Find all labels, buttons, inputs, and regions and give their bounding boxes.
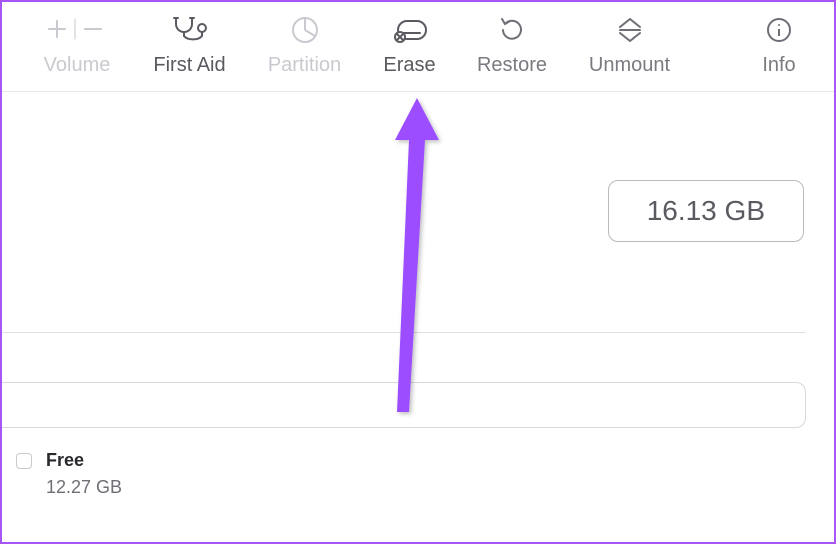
partition-button: Partition <box>247 12 362 77</box>
divider <box>2 332 806 333</box>
info-icon <box>765 12 793 48</box>
restore-button[interactable]: Restore <box>457 12 567 77</box>
volume-add-remove-icon <box>45 12 109 48</box>
stethoscope-icon <box>170 12 210 48</box>
info-label: Info <box>762 54 795 77</box>
pie-chart-icon <box>290 12 320 48</box>
free-swatch-icon <box>16 453 32 469</box>
partition-label: Partition <box>268 54 341 77</box>
volume-label: Volume <box>44 54 111 77</box>
unmount-button[interactable]: Unmount <box>567 12 692 77</box>
free-space-legend: Free 12.27 GB <box>16 450 122 498</box>
info-button[interactable]: Info <box>744 12 814 77</box>
free-label: Free <box>46 450 122 471</box>
free-value: 12.27 GB <box>46 477 122 498</box>
erase-button[interactable]: Erase <box>362 12 457 77</box>
first-aid-button[interactable]: First Aid <box>132 12 247 77</box>
volume-button[interactable]: Volume <box>22 12 132 77</box>
restore-icon <box>497 12 527 48</box>
usage-bar <box>2 382 806 428</box>
toolbar: Volume First Aid <box>2 2 834 92</box>
capacity-badge: 16.13 GB <box>608 180 804 242</box>
first-aid-label: First Aid <box>153 54 225 77</box>
unmount-label: Unmount <box>589 54 670 77</box>
eject-icon <box>615 12 645 48</box>
erase-disk-icon <box>390 12 430 48</box>
restore-label: Restore <box>477 54 547 77</box>
annotation-arrow-icon <box>377 92 457 422</box>
erase-label: Erase <box>383 54 435 77</box>
